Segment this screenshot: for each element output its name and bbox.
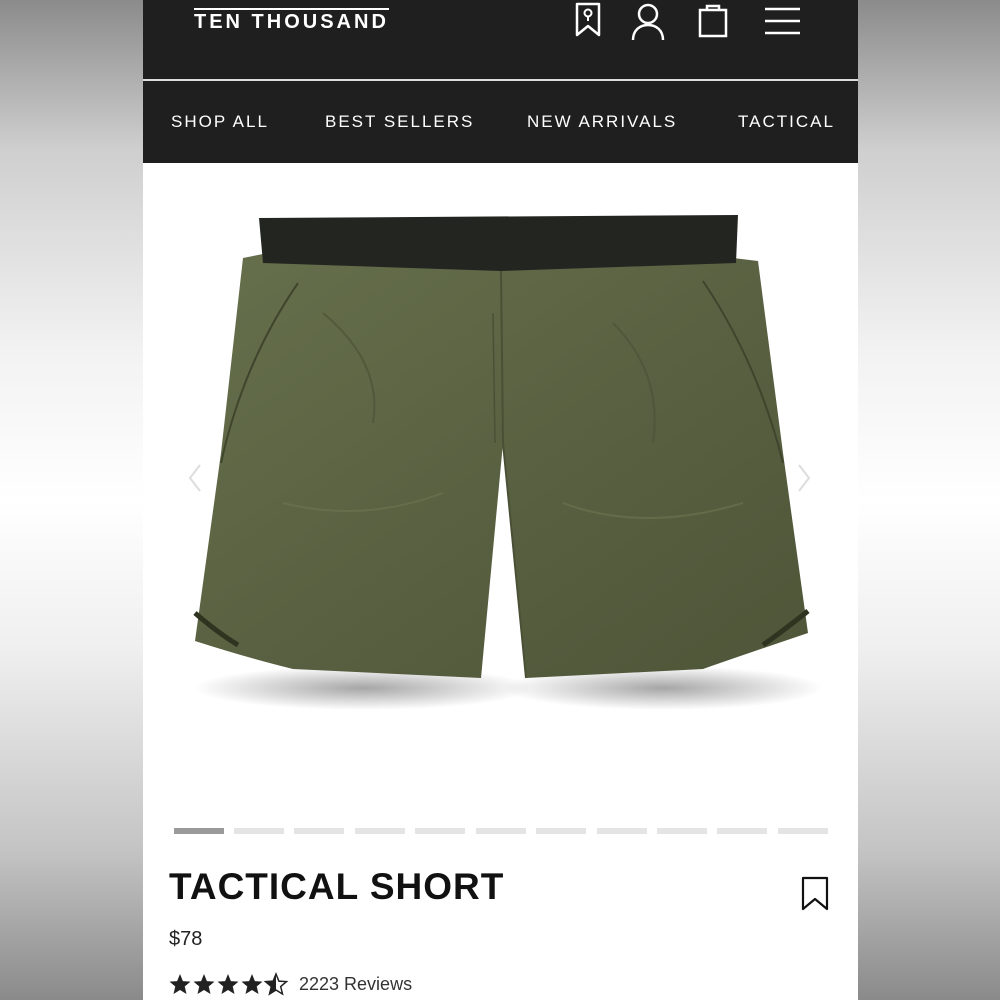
top-header: TEN THOUSAND xyxy=(143,0,858,79)
prev-image-icon[interactable] xyxy=(187,463,203,498)
bookmark-icon[interactable] xyxy=(574,2,602,43)
pagination-dot[interactable] xyxy=(174,828,224,834)
pagination-dot[interactable] xyxy=(476,828,526,834)
pagination-dot[interactable] xyxy=(415,828,465,834)
product-title: TACTICAL SHORT xyxy=(169,866,505,907)
product-page: TEN THOUSAND SHOP ALL BEST SELLERS NEW A… xyxy=(143,0,858,1000)
menu-icon[interactable] xyxy=(764,6,801,41)
pagination-dot[interactable] xyxy=(234,828,284,834)
brand-logo[interactable]: TEN THOUSAND xyxy=(194,8,389,32)
pagination-dot[interactable] xyxy=(294,828,344,834)
product-image-gallery[interactable] xyxy=(143,163,858,813)
review-count-link[interactable]: 2223 Reviews xyxy=(299,974,412,995)
pagination-dot[interactable] xyxy=(778,828,828,834)
nav-shop-all[interactable]: SHOP ALL xyxy=(171,112,269,132)
background-right xyxy=(858,0,1000,1000)
pagination-dot[interactable] xyxy=(717,828,767,834)
category-nav: SHOP ALL BEST SELLERS NEW ARRIVALS TACTI… xyxy=(143,81,858,163)
pagination-dot[interactable] xyxy=(597,828,647,834)
pagination-dot[interactable] xyxy=(536,828,586,834)
background-left xyxy=(0,0,143,1000)
nav-best-sellers[interactable]: BEST SELLERS xyxy=(325,112,474,132)
product-image xyxy=(193,215,823,710)
product-price: $78 xyxy=(169,928,203,950)
bag-icon[interactable] xyxy=(698,2,728,43)
rating-stars[interactable] xyxy=(169,972,291,1000)
pagination-dot[interactable] xyxy=(355,828,405,834)
nav-tactical[interactable]: TACTICAL xyxy=(738,112,835,132)
next-image-icon[interactable] xyxy=(796,463,812,498)
nav-new-arrivals[interactable]: NEW ARRIVALS xyxy=(527,112,677,132)
user-icon[interactable] xyxy=(630,2,666,47)
save-bookmark-icon[interactable] xyxy=(800,876,830,917)
pagination-dot[interactable] xyxy=(657,828,707,834)
